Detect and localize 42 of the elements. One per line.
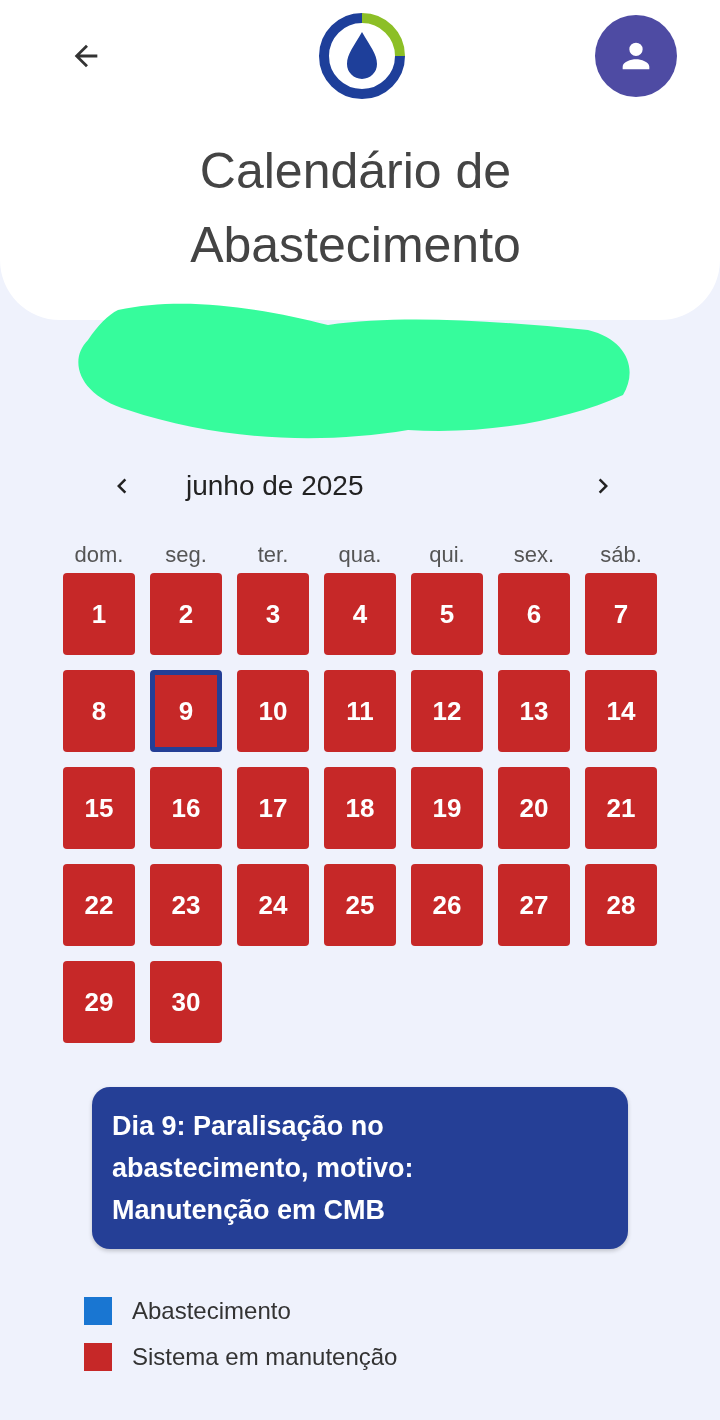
weekday-label: sáb. — [599, 542, 643, 568]
calendar-day[interactable]: 10 — [237, 670, 309, 752]
legend-label: Sistema em manutenção — [132, 1343, 398, 1371]
weekday-label: dom. — [73, 542, 125, 568]
day-info-card: Dia 9: Paralisação no abastecimento, motivo: Manutenção em CMB — [92, 1087, 628, 1249]
calendar-day[interactable]: 23 — [150, 864, 222, 946]
calendar-day[interactable]: 27 — [498, 864, 570, 946]
calendar-day[interactable]: 8 — [63, 670, 135, 752]
calendar-day[interactable]: 13 — [498, 670, 570, 752]
calendar-day[interactable]: 18 — [324, 767, 396, 849]
calendar-day[interactable]: 29 — [63, 961, 135, 1043]
calendar-day[interactable]: 2 — [150, 573, 222, 655]
weekday-label: qua. — [337, 542, 383, 568]
calendar-day[interactable]: 19 — [411, 767, 483, 849]
calendar-day[interactable]: 9 — [150, 670, 222, 752]
weekday-label: ter. — [256, 542, 290, 568]
calendar-day[interactable]: 22 — [63, 864, 135, 946]
weekday-label: qui. — [428, 542, 466, 568]
calendar-day[interactable]: 28 — [585, 864, 657, 946]
calendar-day[interactable]: 11 — [324, 670, 396, 752]
weekday-label: sex. — [512, 542, 556, 568]
calendar-day[interactable]: 25 — [324, 864, 396, 946]
calendar-day[interactable]: 6 — [498, 573, 570, 655]
calendar-day[interactable]: 5 — [411, 573, 483, 655]
calendar-day[interactable]: 7 — [585, 573, 657, 655]
calendar-day[interactable]: 3 — [237, 573, 309, 655]
weekday-label: seg. — [164, 542, 208, 568]
month-label: junho de 2025 — [186, 470, 365, 502]
calendar-day[interactable]: 12 — [411, 670, 483, 752]
calendar-day[interactable]: 26 — [411, 864, 483, 946]
page-title: Calendário de Abastecimento — [189, 142, 522, 275]
calendar-day[interactable]: 21 — [585, 767, 657, 849]
calendar-day[interactable]: 24 — [237, 864, 309, 946]
calendar-day[interactable]: 14 — [585, 670, 657, 752]
calendar-day[interactable]: 15 — [63, 767, 135, 849]
calendar-day[interactable]: 20 — [498, 767, 570, 849]
legend-label: Abastecimento — [132, 1297, 291, 1325]
calendar-day[interactable]: 16 — [150, 767, 222, 849]
calendar-day[interactable]: 17 — [237, 767, 309, 849]
calendar-day[interactable]: 1 — [63, 573, 135, 655]
calendar-day[interactable]: 30 — [150, 961, 222, 1043]
calendar-day[interactable]: 4 — [324, 573, 396, 655]
